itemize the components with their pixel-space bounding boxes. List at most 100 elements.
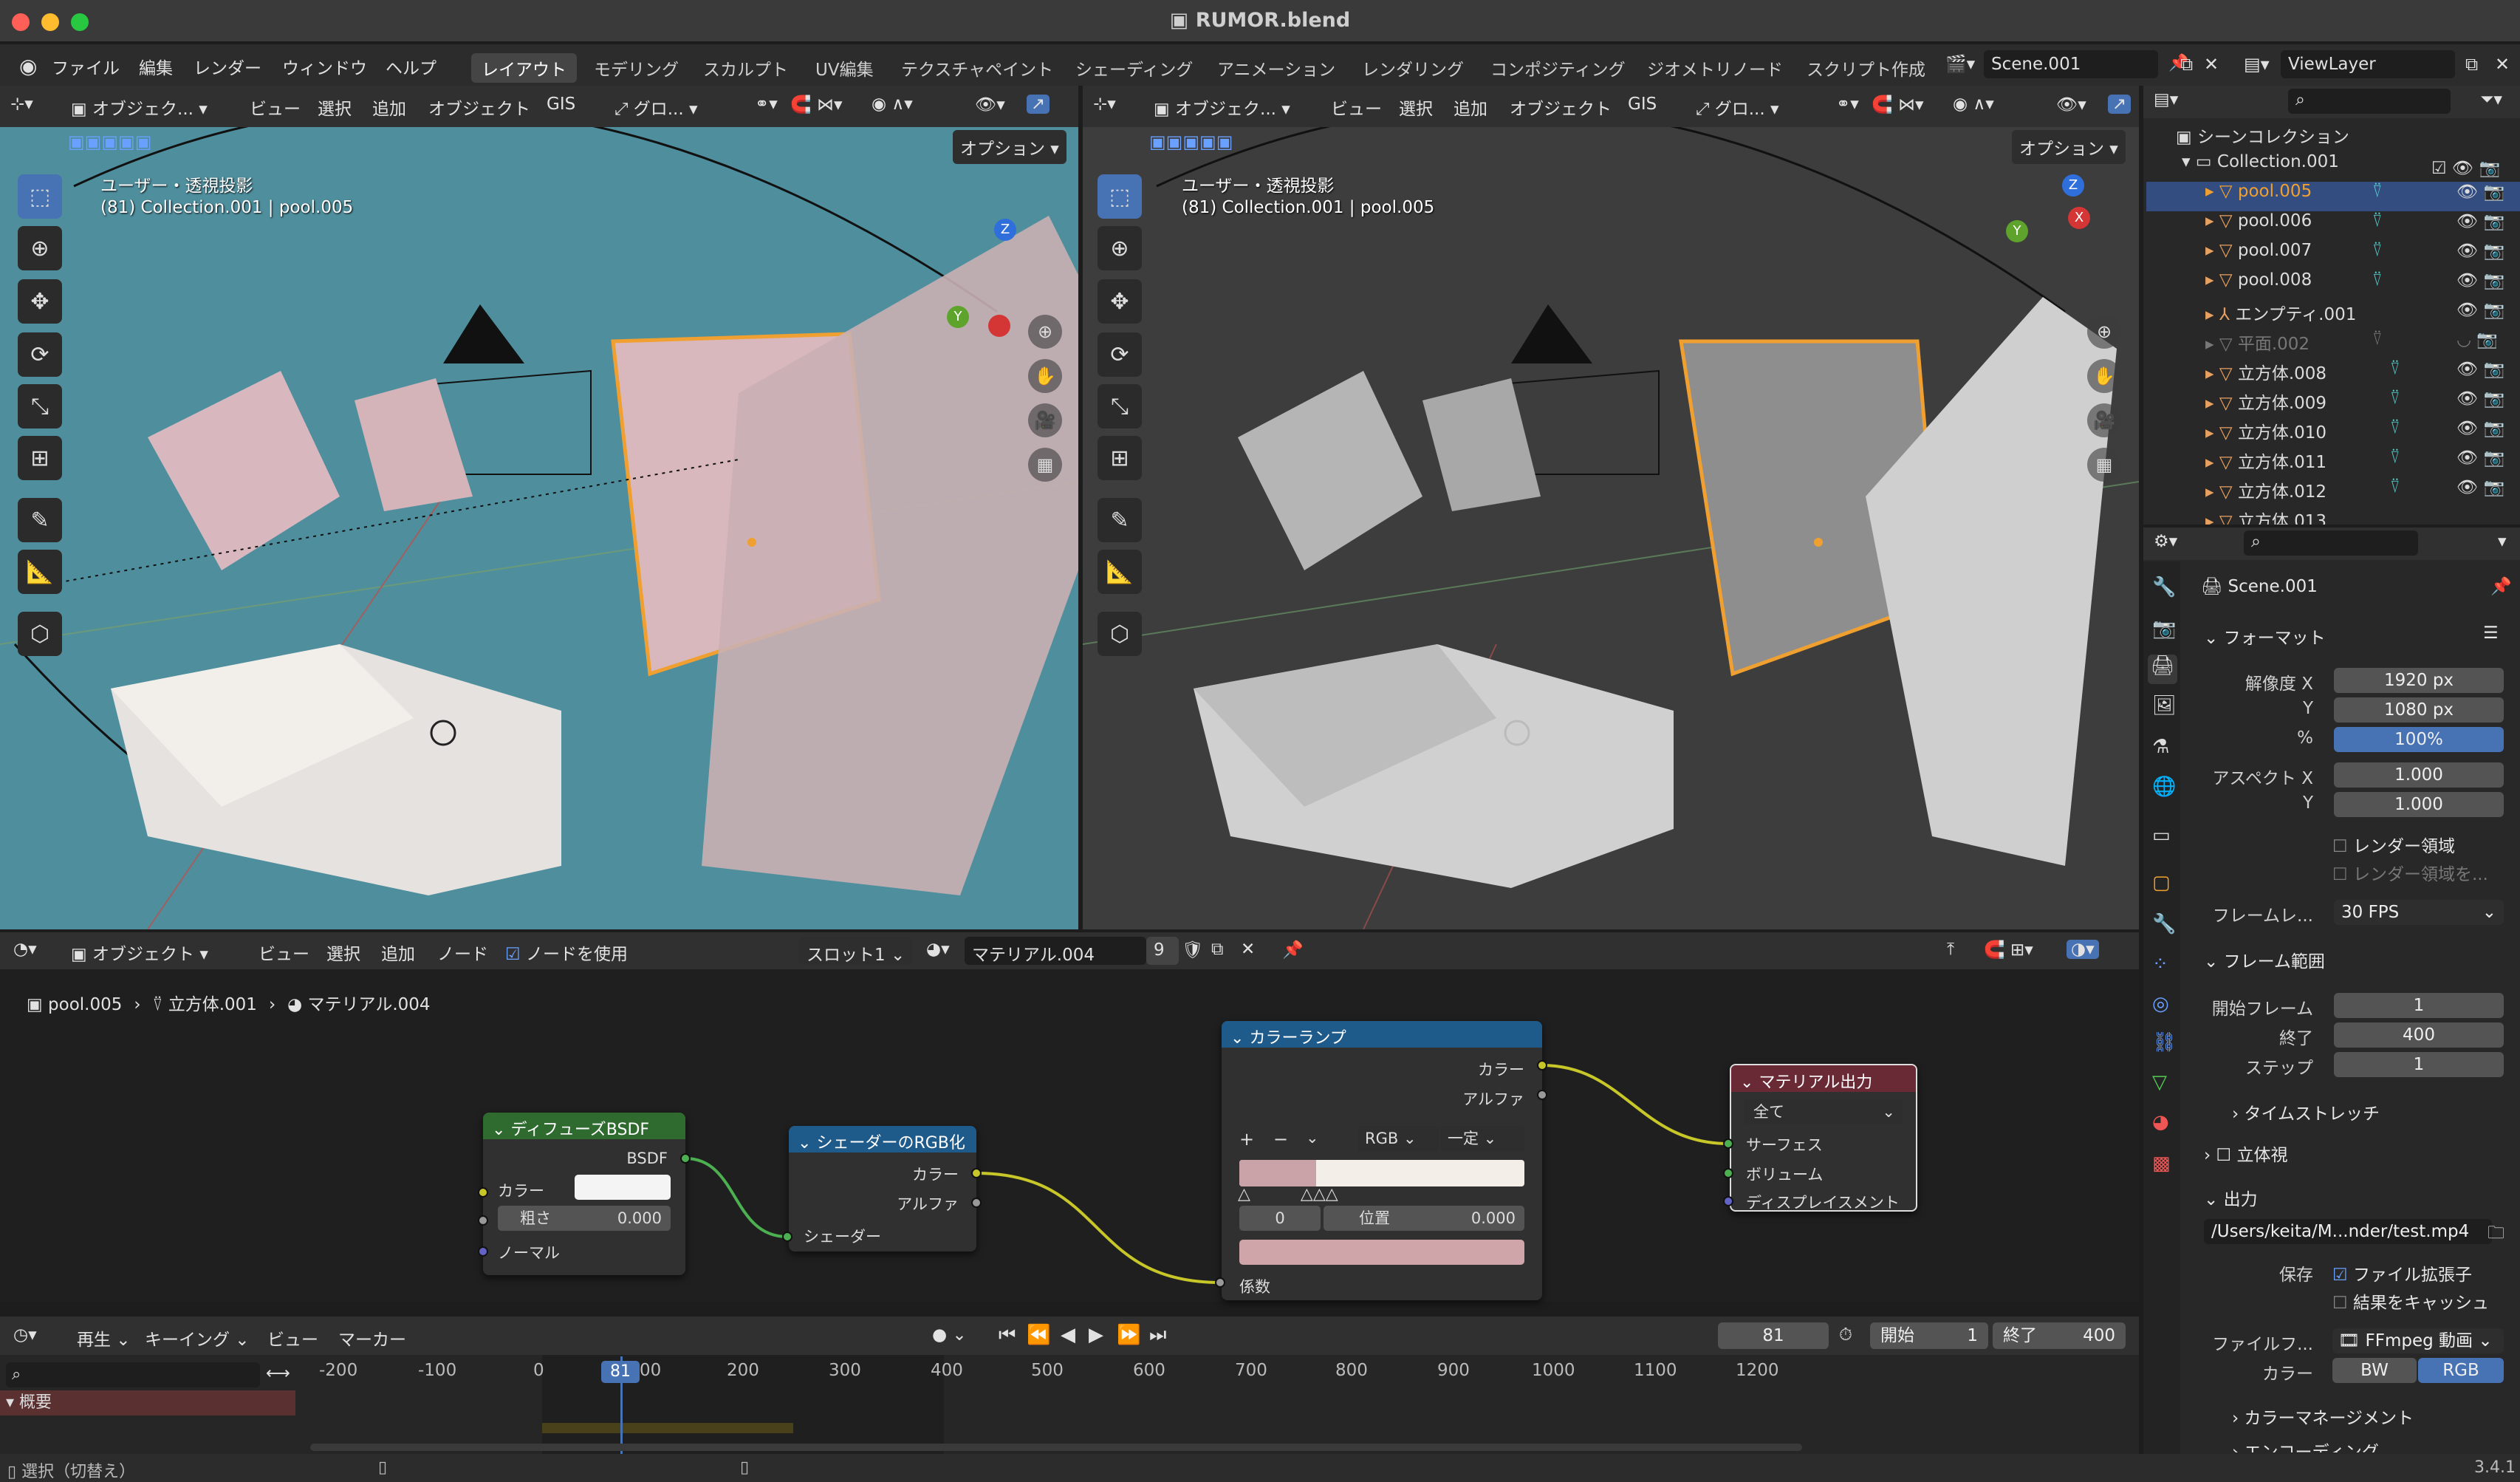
folder-icon[interactable]: 🗀 bbox=[2488, 1220, 2504, 1249]
color-management-panel[interactable]: › カラーマネージメント bbox=[2232, 1404, 2414, 1429]
axis-y-icon-right[interactable]: Y bbox=[2006, 220, 2028, 242]
scene-tab-icon[interactable]: ⚗ bbox=[2152, 736, 2169, 758]
menu-view-right[interactable]: ビュー bbox=[1331, 95, 1382, 120]
menu-select[interactable]: 選択 bbox=[318, 95, 352, 120]
timeline-menu-marker[interactable]: マーカー bbox=[338, 1325, 406, 1350]
camera-view-icon[interactable]: 🎥 bbox=[1028, 403, 1062, 437]
ramp-gradient-bar[interactable] bbox=[1239, 1160, 1524, 1186]
output-path-field[interactable]: /Users/keita/M...nder/test.mp4 bbox=[2204, 1219, 2492, 1244]
scale-tool-icon-right[interactable]: ⤡ bbox=[1098, 384, 1142, 428]
displacement-input-socket[interactable] bbox=[1723, 1196, 1733, 1206]
normal-socket[interactable] bbox=[478, 1246, 488, 1257]
color-ramp-node[interactable]: ⌄ カラーランプ カラー アルファ + − ⌄ RGB ⌄ 一定 ⌄ △ △△△ … bbox=[1222, 1021, 1542, 1300]
copy-scene-icon[interactable]: ⧉ bbox=[2174, 52, 2199, 77]
particles-tab-icon[interactable]: ⁘ bbox=[2152, 953, 2168, 975]
jump-keyframe-forward-icon[interactable]: ⏩ bbox=[1117, 1324, 1140, 1346]
crop-region-checkbox[interactable]: ☐ レンダー領域を... bbox=[2332, 860, 2488, 885]
blender-logo-icon[interactable]: ◉ bbox=[13, 52, 43, 81]
ortho-grid-icon[interactable]: ▦ bbox=[1028, 448, 1062, 482]
add-cube-tool-icon[interactable]: ⬡ bbox=[18, 612, 62, 656]
outliner-item-cube011[interactable]: ▸ ▽ 立方体.011 ⍢ 👁 📷 bbox=[2146, 448, 2520, 477]
pivot-icon-right[interactable]: ⚭▾ bbox=[1836, 95, 1859, 114]
tab-scripting[interactable]: スクリプト作成 bbox=[1796, 53, 1936, 83]
outliner-search-input[interactable]: ⌕ bbox=[2288, 89, 2451, 114]
surface-input-socket[interactable] bbox=[1723, 1138, 1733, 1149]
roughness-socket[interactable] bbox=[478, 1215, 488, 1226]
proportional-edit-icon[interactable]: ◉ ∧▾ bbox=[872, 95, 913, 114]
outliner-item-pool007[interactable]: ▸ ▽ pool.007 ⍢ 👁 📷 bbox=[2146, 241, 2520, 270]
outliner-item-empty001[interactable]: ▸ ⅄ エンプティ.001 👁 📷 bbox=[2146, 300, 2520, 329]
menu-window[interactable]: ウィンドウ bbox=[276, 52, 373, 81]
bsdf-output-socket[interactable] bbox=[680, 1153, 691, 1164]
timeline-type-icon[interactable]: ◷▾ bbox=[13, 1325, 37, 1345]
time-stretch-panel[interactable]: › タイムストレッチ bbox=[2232, 1099, 2380, 1124]
scene-name-field[interactable]: Scene.001 bbox=[1984, 50, 2158, 78]
menu-select-right[interactable]: 選択 bbox=[1399, 95, 1433, 120]
outliner-item-pool006[interactable]: ▸ ▽ pool.006 ⍢ 👁 📷 bbox=[2146, 211, 2520, 241]
material-tab-icon[interactable]: ◕ bbox=[2152, 1111, 2169, 1133]
timeline-end-field[interactable]: 終了 400 bbox=[1993, 1322, 2126, 1349]
measure-tool-icon-right[interactable]: 📐 bbox=[1098, 550, 1142, 594]
orientation-selector-right[interactable]: ⤢ グロ... ▾ bbox=[1696, 95, 1779, 120]
physics-tab-icon[interactable]: ◎ bbox=[2152, 993, 2169, 1015]
object-tab-icon[interactable]: ▢ bbox=[2152, 872, 2171, 894]
rotate-tool-icon[interactable]: ⟳ bbox=[18, 332, 62, 377]
remove-scene-icon[interactable]: ✕ bbox=[2198, 52, 2225, 77]
axis-z-icon[interactable]: Z bbox=[994, 219, 1016, 241]
tab-shading[interactable]: シェーディング bbox=[1065, 53, 1203, 83]
pin-icon[interactable]: 📌 bbox=[2490, 576, 2512, 596]
outliner-item-pool005[interactable]: ▸ ▽ pool.005 ⍢ 👁 📷 bbox=[2146, 182, 2520, 211]
outliner-item-cube009[interactable]: ▸ ▽ 立方体.009 ⍢ 👁 📷 bbox=[2146, 389, 2520, 418]
material-output-title[interactable]: ⌄ マテリアル出力 bbox=[1731, 1065, 1916, 1092]
gizmo-toggle-icon-right[interactable]: ↗ bbox=[2108, 95, 2132, 114]
s2rgb-shader-input-socket[interactable] bbox=[782, 1232, 792, 1242]
playhead-frame-label[interactable]: 81 bbox=[601, 1361, 640, 1383]
file-format-dropdown[interactable]: 🎞 FFmpeg 動画 ⌄ bbox=[2332, 1328, 2504, 1353]
constraint-tab-icon[interactable]: ⛓ bbox=[2152, 1031, 2177, 1054]
editor-type-icon-right[interactable]: ⊹▾ bbox=[1093, 95, 1116, 114]
tab-compositing[interactable]: コンポジティング bbox=[1480, 53, 1636, 83]
navigation-gizmo-right[interactable]: Z Y X bbox=[2006, 174, 2124, 300]
shader-to-rgb-title[interactable]: ⌄ シェーダーのRGB化 bbox=[789, 1126, 976, 1153]
menu-add-right[interactable]: 追加 bbox=[1454, 95, 1487, 120]
select-tool-icon[interactable]: ⬚ bbox=[18, 174, 62, 219]
diffuse-bsdf-node[interactable]: ⌄ ディフューズBSDF BSDF カラー 粗さ 0.000 ノーマル bbox=[483, 1113, 685, 1275]
transform-tool-icon-right[interactable]: ⊞ bbox=[1098, 436, 1142, 480]
visibility-icon-right[interactable]: 👁▾ bbox=[2056, 95, 2086, 115]
s2rgb-color-output-socket[interactable] bbox=[971, 1168, 982, 1178]
move-tool-icon-right[interactable]: ✥ bbox=[1098, 279, 1142, 324]
collection-check-icon[interactable]: ☑ 👁 📷 bbox=[2431, 158, 2500, 178]
file-extension-checkbox[interactable]: ☑ ファイル拡張子 bbox=[2332, 1260, 2472, 1285]
ramp-menu-icon[interactable]: ⌄ bbox=[1306, 1129, 1319, 1147]
stereoscopy-panel[interactable]: › ☐ 立体視 bbox=[2204, 1141, 2287, 1166]
outliner-scene-collection[interactable]: ▣ シーンコレクション bbox=[2146, 123, 2520, 152]
data-tab-icon[interactable]: ▽ bbox=[2152, 1071, 2167, 1093]
presets-icon[interactable]: ☰ bbox=[2483, 624, 2499, 643]
record-icon[interactable]: ● ⌄ bbox=[932, 1325, 967, 1345]
diffuse-color-socket[interactable] bbox=[478, 1187, 488, 1198]
outliner-item-pool008[interactable]: ▸ ▽ pool.008 ⍢ 👁 📷 bbox=[2146, 270, 2520, 300]
measure-tool-icon[interactable]: 📐 bbox=[18, 550, 62, 594]
pan-hand-icon-right[interactable]: ✋ bbox=[2087, 359, 2121, 393]
output-target-dropdown[interactable]: 全て ⌄ bbox=[1745, 1099, 1903, 1124]
tab-rendering[interactable]: レンダリング bbox=[1352, 53, 1474, 83]
aspect-x-field[interactable]: 1.000 bbox=[2334, 762, 2504, 788]
new-view-layer-icon[interactable]: ⧉ bbox=[2459, 52, 2484, 77]
camera-view-icon-right[interactable]: 🎥 bbox=[2087, 403, 2121, 437]
stopwatch-icon[interactable]: ⏱ bbox=[1839, 1325, 1852, 1345]
menu-object[interactable]: オブジェクト bbox=[428, 95, 530, 120]
aspect-y-field[interactable]: 1.000 bbox=[2334, 792, 2504, 817]
scale-tool-icon[interactable]: ⤡ bbox=[18, 384, 62, 428]
tab-layout[interactable]: レイアウト bbox=[471, 53, 577, 83]
tab-animation[interactable]: アニメーション bbox=[1207, 53, 1346, 83]
modifier-tab-icon[interactable]: 🔧 bbox=[2152, 913, 2176, 935]
render-tab-icon[interactable]: 📷 bbox=[2152, 618, 2176, 640]
render-region-checkbox[interactable]: ☐ レンダー領域 bbox=[2332, 832, 2455, 857]
collection-tab-icon[interactable]: ▭ bbox=[2152, 824, 2171, 847]
fps-dropdown[interactable]: 30 FPS ⌄ bbox=[2334, 900, 2504, 925]
jump-start-icon[interactable]: ⏮ bbox=[999, 1324, 1016, 1347]
ramp-fac-input-socket[interactable] bbox=[1215, 1277, 1225, 1288]
diffuse-bsdf-title[interactable]: ⌄ ディフューズBSDF bbox=[483, 1113, 685, 1139]
properties-search-input[interactable]: ⌕ bbox=[2244, 530, 2418, 556]
frame-start-field[interactable]: 1 bbox=[2334, 993, 2504, 1018]
